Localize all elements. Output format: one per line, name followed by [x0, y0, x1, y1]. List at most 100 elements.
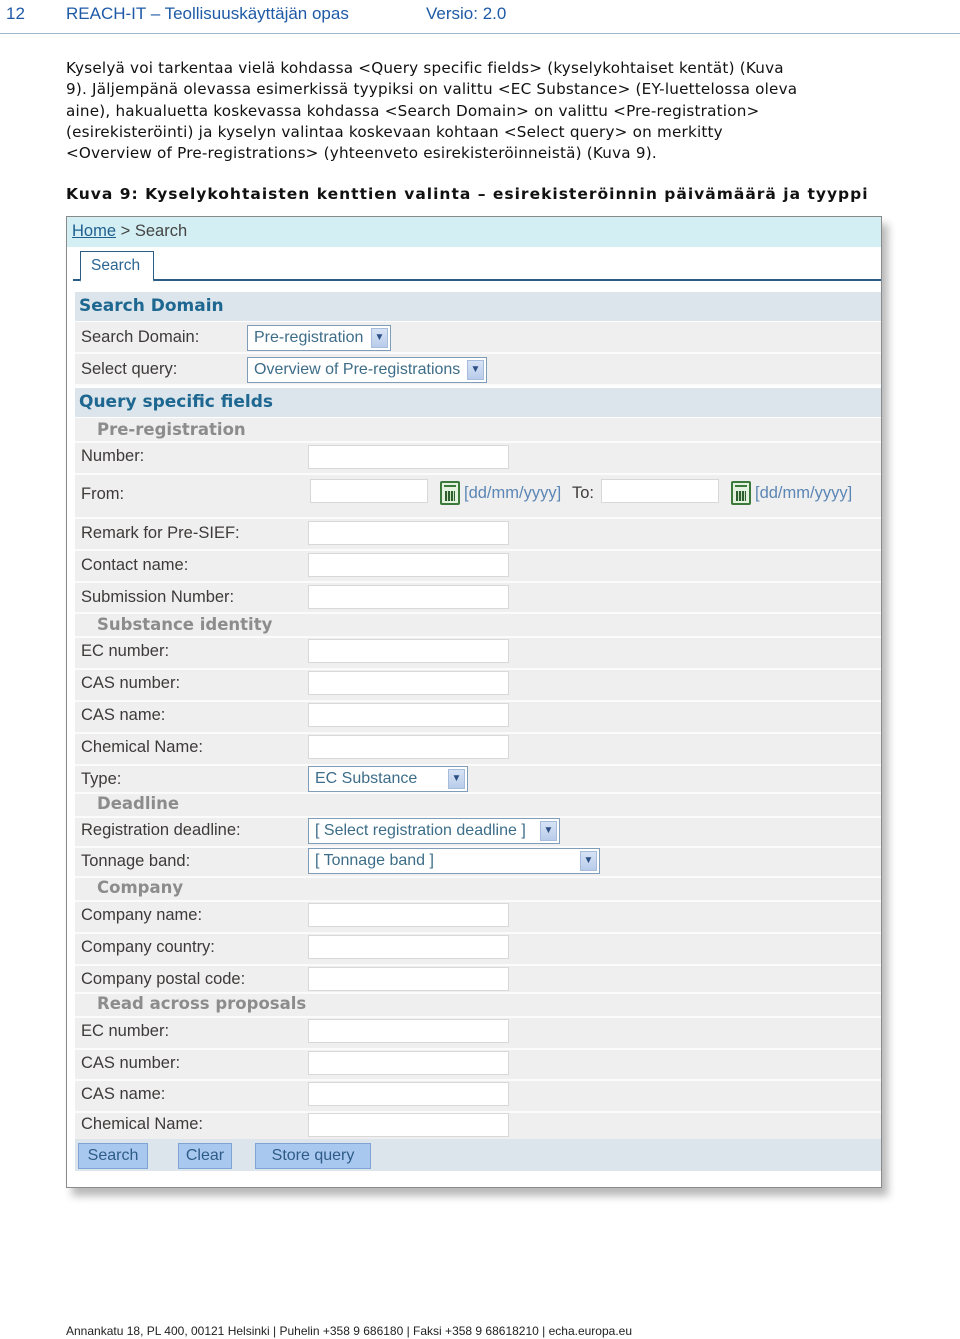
breadcrumb-current: Search — [134, 222, 188, 240]
select-query-value: Overview of Pre-registrations — [254, 361, 461, 378]
body-line: Kyselyä voi tarkentaa vielä kohdassa <Qu… — [66, 59, 784, 77]
cas-name-input[interactable] — [308, 703, 509, 727]
chevron-down-icon: ▼ — [371, 328, 388, 348]
contact-name-input[interactable] — [308, 553, 509, 577]
remark-label: Remark for Pre-SIEF: — [81, 524, 240, 542]
cas-number-input[interactable] — [308, 671, 509, 695]
page-header: 12 REACH-IT – Teollisuuskäyttäjän opas V… — [0, 0, 960, 34]
document-version: Versio: 2.0 — [426, 4, 507, 23]
tonnage-band-select[interactable]: [ Tonnage band ] ▼ — [308, 848, 600, 874]
form-row: CAS number: — [75, 1050, 881, 1081]
company-name-input[interactable] — [308, 903, 509, 927]
screenshot-figure: Home > Search Search Search Domain Searc… — [66, 216, 882, 1188]
breadcrumb: Home > Search — [67, 217, 881, 247]
company-country-input[interactable] — [308, 935, 509, 959]
date-format-hint: [dd/mm/yyyy] — [755, 484, 853, 502]
remark-input[interactable] — [308, 521, 509, 545]
subsection-read-across: Read across proposals — [75, 994, 881, 1018]
form-row: From: [dd/mm/yyyy] To: [dd/mm/yyyy] — [75, 475, 881, 519]
page-number: 12 — [6, 4, 25, 23]
tonnage-band-value: [ Tonnage band ] — [315, 852, 434, 869]
tonnage-band-label: Tonnage band: — [81, 852, 191, 870]
form-row: Registration deadline: [ Select registra… — [75, 818, 881, 848]
breadcrumb-home-link[interactable]: Home — [72, 222, 116, 240]
form-row: CAS number: — [75, 670, 881, 702]
clear-button[interactable]: Clear — [178, 1143, 232, 1169]
from-label: From: — [81, 485, 125, 503]
form-row: Select query: Overview of Pre-registrati… — [75, 354, 881, 386]
ec-number-input[interactable] — [308, 639, 509, 663]
subsection-substance-identity: Substance identity — [75, 614, 881, 638]
subsection-company: Company — [75, 878, 881, 902]
chevron-down-icon: ▼ — [448, 769, 465, 789]
to-date-input[interactable] — [601, 479, 719, 503]
ec-number-label: EC number: — [81, 642, 170, 660]
store-query-button[interactable]: Store query — [255, 1143, 371, 1169]
number-input[interactable] — [308, 445, 509, 469]
registration-deadline-label: Registration deadline: — [81, 821, 241, 839]
form-row: Chemical Name: — [75, 1113, 881, 1139]
subsection-pre-registration: Pre-registration — [75, 418, 881, 443]
registration-deadline-select[interactable]: [ Select registration deadline ] ▼ — [308, 818, 560, 844]
date-format-hint: [dd/mm/yyyy] — [464, 484, 562, 502]
company-postal-code-input[interactable] — [308, 967, 509, 991]
cas-number-label: CAS number: — [81, 674, 181, 692]
search-button[interactable]: Search — [78, 1143, 148, 1169]
search-domain-label: Search Domain: — [81, 328, 200, 346]
form-row: CAS name: — [75, 1081, 881, 1113]
page-footer: Annankatu 18, PL 400, 00121 Helsinki | P… — [66, 1324, 633, 1338]
chemical-name-input[interactable] — [308, 735, 509, 759]
type-value: EC Substance — [315, 770, 418, 787]
ra-cas-number-label: CAS number: — [81, 1054, 181, 1072]
ra-ec-number-label: EC number: — [81, 1022, 170, 1040]
body-line: (esirekisteröinti) ja kyselyn valintaa k… — [66, 122, 723, 141]
ra-chemical-name-input[interactable] — [308, 1113, 509, 1137]
chevron-down-icon: ▼ — [580, 851, 597, 871]
tab-search[interactable]: Search — [80, 251, 154, 282]
company-name-label: Company name: — [81, 906, 203, 924]
form-row: EC number: — [75, 1018, 881, 1050]
submission-number-input[interactable] — [308, 585, 509, 609]
ra-chemical-name-label: Chemical Name: — [81, 1115, 203, 1133]
form-row: Contact name: — [75, 551, 881, 583]
calendar-icon[interactable] — [731, 481, 751, 505]
body-line: <Overview of Pre-registrations> (yhteenv… — [66, 144, 657, 163]
breadcrumb-separator: > — [120, 222, 131, 240]
chemical-name-label: Chemical Name: — [81, 738, 203, 756]
search-domain-select[interactable]: Pre-registration ▼ — [247, 325, 391, 351]
section-header-query-fields: Query specific fields — [75, 388, 881, 417]
company-postal-code-label: Company postal code: — [81, 970, 246, 988]
type-label: Type: — [81, 770, 122, 788]
tab-bar: Search — [73, 251, 881, 282]
ra-cas-name-input[interactable] — [308, 1082, 509, 1106]
ra-cas-name-label: CAS name: — [81, 1085, 166, 1103]
document-title: REACH-IT – Teollisuuskäyttäjän opas — [66, 4, 349, 23]
figure-caption: Kuva 9: Kyselykohtaisten kenttien valint… — [66, 185, 869, 203]
form-row: CAS name: — [75, 702, 881, 734]
form-row: Company country: — [75, 934, 881, 966]
number-label: Number: — [81, 447, 145, 465]
calendar-icon[interactable] — [440, 481, 460, 505]
form-row: Chemical Name: — [75, 734, 881, 766]
type-select[interactable]: EC Substance ▼ — [308, 766, 468, 792]
form-row: Company postal code: — [75, 966, 881, 994]
cas-name-label: CAS name: — [81, 706, 166, 724]
select-query-select[interactable]: Overview of Pre-registrations ▼ — [247, 357, 487, 383]
body-line: 9). Jäljempänä olevassa esimerkissä tyyp… — [66, 80, 798, 99]
chevron-down-icon: ▼ — [467, 360, 484, 380]
to-label: To: — [572, 484, 595, 502]
form-row: Search Domain: Pre-registration ▼ — [75, 322, 881, 354]
form-row: Company name: — [75, 902, 881, 934]
from-date-input[interactable] — [310, 479, 428, 503]
form-row: Number: — [75, 443, 881, 475]
contact-name-label: Contact name: — [81, 556, 189, 574]
form-row: Type: EC Substance ▼ — [75, 766, 881, 794]
company-country-label: Company country: — [81, 938, 215, 956]
chevron-down-icon: ▼ — [540, 821, 557, 841]
form-row: Tonnage band: [ Tonnage band ] ▼ — [75, 848, 881, 878]
body-line: aine), hakualuetta koskevassa kohdassa <… — [66, 101, 760, 120]
button-bar: Search Clear Store query — [75, 1139, 881, 1171]
ra-cas-number-input[interactable] — [308, 1051, 509, 1075]
ra-ec-number-input[interactable] — [308, 1019, 509, 1043]
body-paragraph: Kyselyä voi tarkentaa vielä kohdassa <Qu… — [66, 58, 906, 164]
